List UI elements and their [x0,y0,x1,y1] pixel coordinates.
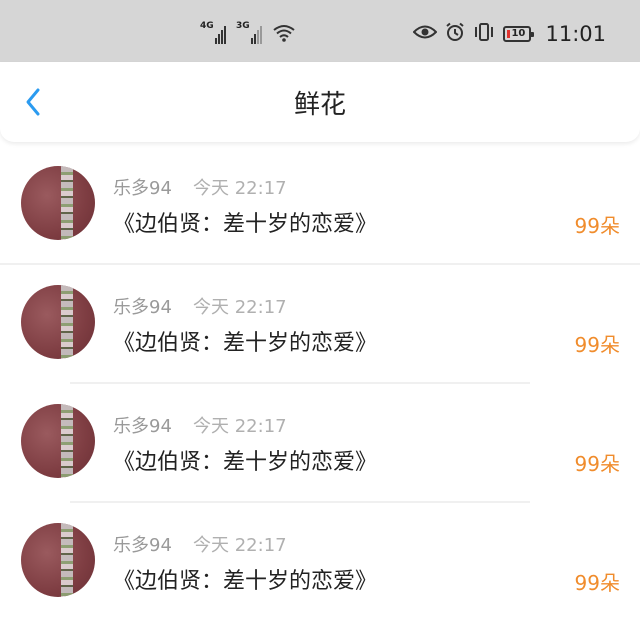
timestamp: 今天 22:17 [193,297,287,318]
item-title: 《边伯贤：差十岁的恋爱》 [113,569,378,594]
signal-icon: 4G [200,22,226,44]
timestamp: 今天 22:17 [193,535,287,556]
timestamp: 今天 22:17 [193,416,287,437]
item-title: 《边伯贤：差十岁的恋爱》 [113,450,378,475]
item-title: 《边伯贤：差十岁的恋爱》 [113,331,378,356]
avatar[interactable] [21,404,95,478]
list-item[interactable]: 乐多94 今天 22:17 《边伯贤：差十岁的恋爱》 99朵 [0,503,640,622]
avatar[interactable] [21,166,95,240]
username: 乐多94 [113,535,172,556]
alarm-icon [445,22,465,46]
username: 乐多94 [113,416,172,437]
page-title: 鲜花 [293,90,346,120]
flower-count: 99朵 [574,214,620,238]
status-time: 11:01 [545,22,606,46]
item-title: 《边伯贤：差十岁的恋爱》 [113,212,378,237]
battery-icon: 10 [503,26,535,42]
wifi-icon [272,24,296,46]
flower-count: 99朵 [574,452,620,476]
flower-count: 99朵 [574,571,620,595]
timestamp: 今天 22:17 [193,178,287,199]
network-type-label: 4G [200,21,214,31]
vibrate-icon [473,22,495,46]
username: 乐多94 [113,297,172,318]
list-item[interactable]: 乐多94 今天 22:17 《边伯贤：差十岁的恋爱》 99朵 [0,384,640,503]
eye-icon [413,24,438,44]
username: 乐多94 [113,178,172,199]
avatar[interactable] [21,285,95,359]
list-item[interactable]: 乐多94 今天 22:17 《边伯贤：差十岁的恋爱》 99朵 [0,265,640,384]
signal-icon-2: 3G [236,22,262,44]
network-type-label-2: 3G [236,21,250,31]
avatar[interactable] [21,523,95,597]
nav-header: 鲜花 [0,62,640,142]
list-item[interactable]: 乐多94 今天 22:17 《边伯贤：差十岁的恋爱》 99朵 [0,146,640,265]
status-bar: 4G 3G 10 11:01 [0,0,640,62]
battery-level: 10 [511,28,526,39]
flower-count: 99朵 [574,333,620,357]
flower-list: 乐多94 今天 22:17 《边伯贤：差十岁的恋爱》 99朵 乐多94 今天 2… [0,146,640,622]
